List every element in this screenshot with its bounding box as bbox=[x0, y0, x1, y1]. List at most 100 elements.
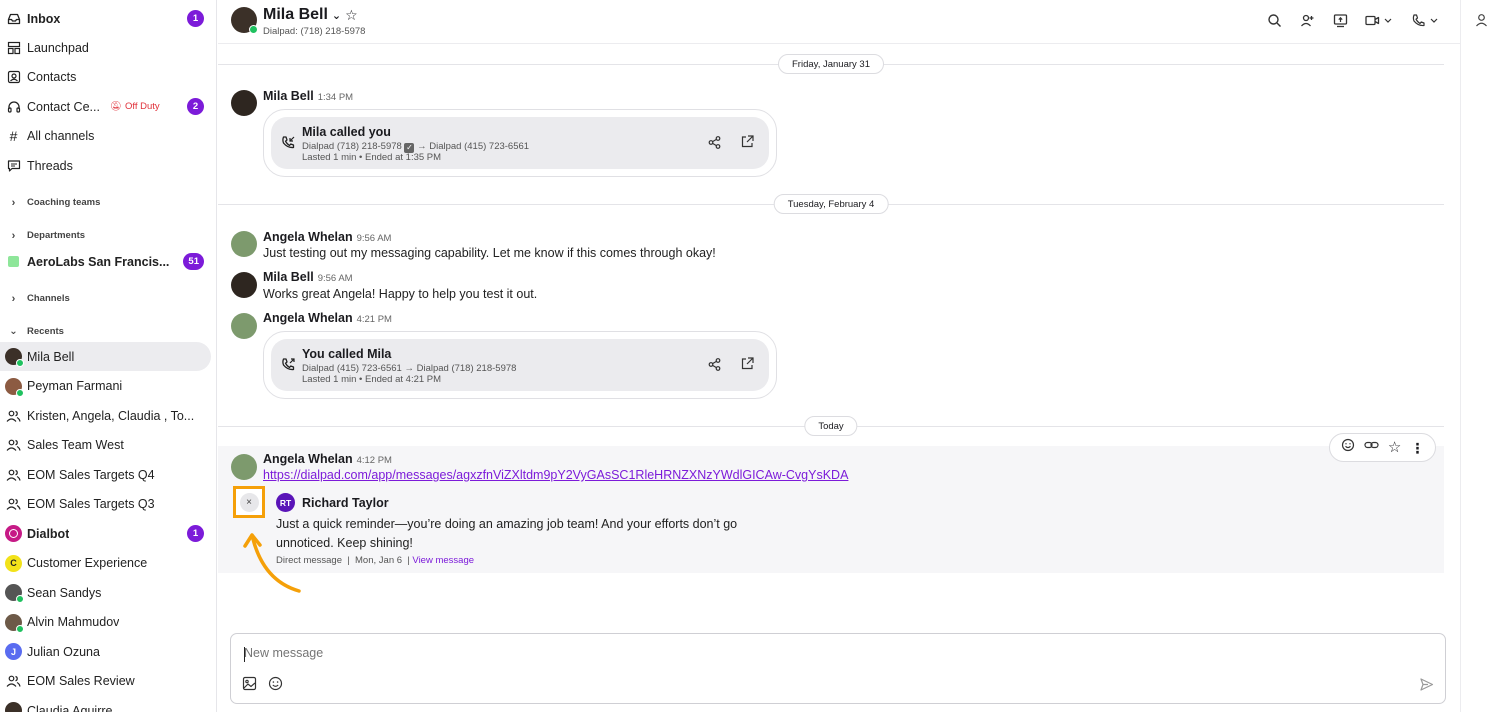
avatar[interactable] bbox=[231, 7, 258, 34]
sidebar-item-recent[interactable]: Alvin Mahmudov bbox=[0, 608, 216, 637]
message-input[interactable] bbox=[244, 646, 1344, 660]
message-author[interactable]: Mila Bell bbox=[263, 270, 314, 284]
external-link-icon[interactable] bbox=[740, 134, 755, 154]
sidebar-item-label: Sean Sandys bbox=[27, 585, 102, 600]
sidebar-section-coaching-teams[interactable]: › Coaching teams bbox=[0, 188, 216, 217]
send-icon[interactable] bbox=[1419, 677, 1434, 697]
sidebar-item-recent[interactable]: Peyman Farmani bbox=[0, 372, 216, 401]
call-meta: Lasted 1 min • Ended at 1:35 PM bbox=[302, 152, 442, 163]
sidebar-item-recent[interactable]: J Julian Ozuna bbox=[0, 637, 216, 666]
online-indicator bbox=[16, 388, 24, 397]
screen-share-icon[interactable] bbox=[1331, 11, 1350, 30]
chevron-right-icon: › bbox=[11, 196, 16, 209]
contact-name: Mila Bell bbox=[263, 6, 328, 23]
external-link-icon[interactable] bbox=[740, 356, 755, 376]
sidebar-item-recent[interactable]: EOM Sales Targets Q3 bbox=[0, 490, 216, 519]
more-options-icon[interactable]: ⋮ bbox=[1410, 441, 1424, 455]
chevron-right-icon: › bbox=[11, 292, 16, 305]
message-text: Works great Angela! Happy to help you te… bbox=[263, 287, 538, 301]
avatar[interactable] bbox=[231, 90, 257, 116]
sidebar-item-recent[interactable]: Claudia Aguirre bbox=[0, 696, 216, 712]
sidebar-item-contacts[interactable]: Contacts bbox=[0, 62, 216, 91]
message-composer bbox=[230, 633, 1446, 704]
emoji-icon[interactable] bbox=[268, 676, 283, 696]
threads-icon bbox=[0, 159, 27, 173]
sidebar-section-channels[interactable]: › Channels bbox=[0, 284, 216, 313]
sidebar-item-threads[interactable]: Threads bbox=[0, 151, 216, 180]
date-label: Today bbox=[804, 416, 858, 436]
message-author[interactable]: Mila Bell bbox=[263, 89, 314, 103]
sidebar-item-recent[interactable]: Dialbot 1 bbox=[0, 519, 216, 548]
off-duty-status[interactable]: 🔕︎ Off Duty bbox=[110, 101, 160, 112]
annotation-arrow bbox=[243, 533, 301, 593]
image-attach-icon[interactable] bbox=[242, 676, 257, 696]
profile-icon[interactable] bbox=[1475, 13, 1488, 32]
letter-avatar: J bbox=[0, 643, 27, 660]
avatar[interactable] bbox=[231, 231, 257, 257]
sidebar-item-label: Kristen, Angela, Claudia , To... bbox=[27, 408, 195, 423]
emoji-reaction-icon[interactable] bbox=[1341, 438, 1355, 457]
sidebar-item-inbox[interactable]: Inbox 1 bbox=[0, 4, 216, 33]
sidebar-item-label: EOM Sales Targets Q4 bbox=[27, 467, 155, 482]
call-log-card[interactable]: Mila called you Dialpad (718) 218-5978 ✓… bbox=[263, 109, 777, 177]
sidebar-item-recent[interactable]: Sean Sandys bbox=[0, 578, 216, 607]
sidebar-item-recent[interactable]: EOM Sales Review bbox=[0, 667, 216, 696]
phone-icon[interactable] bbox=[1410, 11, 1442, 30]
text-caret bbox=[244, 647, 245, 662]
message-time: 9:56 AM bbox=[317, 273, 353, 284]
quoted-message-author: RT Richard Taylor bbox=[276, 493, 389, 512]
group-icon bbox=[0, 438, 27, 452]
sidebar-item-label: Contact Ce... bbox=[27, 99, 100, 114]
online-indicator bbox=[16, 595, 24, 603]
message-text: Just testing out my messaging capability… bbox=[263, 246, 716, 260]
avatar bbox=[0, 348, 27, 367]
unread-badge: 51 bbox=[183, 253, 204, 270]
contact-name-dropdown[interactable]: Mila Bell ⌄ ☆ bbox=[263, 6, 358, 24]
sidebar-item-label: Inbox bbox=[27, 11, 61, 26]
sidebar-item-contact-center[interactable]: Contact Ce... 🔕︎ Off Duty 2 bbox=[0, 92, 216, 121]
sidebar-item-label: Peyman Farmani bbox=[27, 379, 123, 393]
message-author[interactable]: Angela Whelan bbox=[263, 311, 353, 325]
sidebar-item-label: Launchpad bbox=[27, 40, 89, 55]
message-header: Angela Whelan 4:21 PM bbox=[263, 311, 392, 325]
copy-link-icon[interactable] bbox=[1364, 438, 1379, 457]
call-log-card[interactable]: You called Mila Dialpad (415) 723-6561 →… bbox=[263, 331, 777, 399]
avatar[interactable] bbox=[231, 272, 257, 298]
add-person-icon[interactable] bbox=[1298, 11, 1317, 30]
share-icon[interactable] bbox=[707, 357, 722, 377]
chevron-right-icon: › bbox=[11, 229, 16, 242]
sidebar-item-aerolabs[interactable]: AeroLabs San Francis... 51 bbox=[0, 247, 216, 276]
sidebar-item-recent[interactable]: Kristen, Angela, Claudia , To... bbox=[0, 401, 216, 430]
video-icon[interactable] bbox=[1364, 11, 1396, 30]
sidebar-item-all-channels[interactable]: # All channels bbox=[0, 121, 216, 150]
message-row-hovered[interactable] bbox=[218, 446, 1444, 573]
date-separator: Today bbox=[218, 416, 1444, 436]
call-title: Mila called you bbox=[302, 125, 391, 139]
sidebar-item-recent[interactable]: C Customer Experience bbox=[0, 549, 216, 578]
search-icon[interactable] bbox=[1265, 11, 1284, 30]
sidebar-section-departments[interactable]: › Departments bbox=[0, 221, 216, 250]
message-author[interactable]: Angela Whelan bbox=[263, 230, 353, 244]
contacts-icon bbox=[0, 70, 27, 84]
sidebar-item-recent[interactable]: Sales Team West bbox=[0, 431, 216, 460]
date-separator: Friday, January 31 bbox=[218, 54, 1444, 74]
date-label: Friday, January 31 bbox=[778, 54, 884, 74]
star-icon[interactable]: ☆ bbox=[1388, 440, 1401, 455]
inbox-icon bbox=[0, 12, 27, 26]
avatar[interactable] bbox=[231, 454, 257, 480]
avatar[interactable] bbox=[231, 313, 257, 339]
avatar bbox=[0, 613, 27, 633]
star-icon[interactable]: ☆ bbox=[345, 7, 358, 24]
message-list: Friday, January 31 Mila Bell 1:34 PM Mila… bbox=[218, 45, 1460, 630]
unread-badge: 2 bbox=[187, 98, 204, 115]
message-link[interactable]: https://dialpad.com/app/messages/agxzfnV… bbox=[263, 468, 848, 482]
sidebar-item-launchpad[interactable]: Launchpad bbox=[0, 33, 216, 62]
sidebar-item-recent[interactable]: Mila Bell bbox=[0, 342, 211, 371]
department-color-icon bbox=[0, 256, 27, 267]
sidebar-item-recent[interactable]: EOM Sales Targets Q4 bbox=[0, 460, 216, 489]
view-message-link[interactable]: View message bbox=[412, 555, 474, 566]
close-icon[interactable]: × bbox=[239, 492, 259, 512]
message-time: 4:21 PM bbox=[356, 314, 392, 325]
share-icon[interactable] bbox=[707, 135, 722, 155]
message-author[interactable]: Angela Whelan bbox=[263, 452, 353, 466]
